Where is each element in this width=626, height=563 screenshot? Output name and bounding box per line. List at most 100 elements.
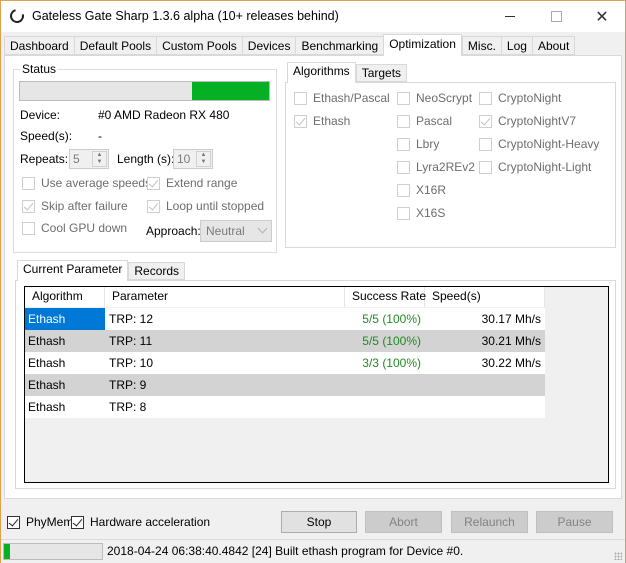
tab-log[interactable]: Log [500, 36, 532, 55]
algo-neoscrypt-checkbox[interactable]: NeoScrypt [397, 91, 472, 105]
extend-range-checkbox[interactable]: Extend range [147, 176, 237, 190]
repeats-updown-icon[interactable]: ▲ ▼ [92, 151, 107, 167]
algo-cryptonight-checkbox[interactable]: CryptoNight [479, 91, 561, 105]
algo-cryptonight-light-checkbox[interactable]: CryptoNight-Light [479, 160, 591, 174]
status-bar: 2018-04-24 06:38:40.4842 [24] Built etha… [1, 539, 625, 563]
close-button[interactable]: ✕ [579, 1, 625, 32]
algo-ethash-pascal-checkbox[interactable]: Ethash/Pascal [294, 91, 390, 105]
speeds-label: Speed(s): [20, 129, 73, 143]
algo-x16s-checkbox[interactable]: X16S [397, 206, 445, 220]
algo-label: CryptoNight-Light [498, 160, 592, 174]
algo-cryptonight-heavy-checkbox[interactable]: CryptoNight-Heavy [479, 137, 599, 151]
tab-custom-pools[interactable]: Custom Pools [156, 36, 242, 55]
checkbox-icon [479, 114, 492, 128]
minimize-button[interactable] [487, 1, 533, 32]
abort-button[interactable]: Abort [365, 511, 442, 533]
repeats-spinner[interactable]: 5 ▲ ▼ [69, 149, 109, 169]
algo-lbry-checkbox[interactable]: Lbry [397, 137, 439, 151]
approach-label: Approach: [146, 224, 201, 238]
title-bar: Gateless Gate Sharp 1.3.6 alpha (10+ rel… [1, 1, 625, 32]
tab-records[interactable]: Records [128, 262, 186, 280]
cool-gpu-down-checkbox[interactable]: Cool GPU down [22, 221, 127, 235]
algo-ethash-checkbox[interactable]: Ethash [294, 114, 350, 128]
parameter-table[interactable]: Algorithm Parameter Success Rate Speed(s… [24, 286, 609, 483]
table-row[interactable]: Ethash TRP: 11 5/5 (100%) 30.21 Mh/s [25, 330, 545, 352]
cool-gpu-down-label: Cool GPU down [41, 221, 128, 235]
tab-dashboard[interactable]: Dashboard [4, 36, 74, 55]
tab-about[interactable]: About [531, 36, 576, 55]
cell-success-rate: 5/5 (100%) [362, 312, 421, 326]
stop-button[interactable]: Stop [281, 511, 357, 533]
tab-misc[interactable]: Misc. [461, 36, 501, 55]
column-header-speed[interactable]: Speed(s) [425, 287, 545, 307]
checkbox-icon [71, 515, 84, 529]
status-group-title: Status [20, 62, 59, 76]
algo-label: CryptoNightV7 [498, 114, 577, 128]
cell-speed: 30.21 Mh/s [481, 334, 541, 348]
cell-parameter: TRP: 10 [109, 356, 154, 370]
tab-benchmarking[interactable]: Benchmarking [295, 36, 384, 55]
length-spinner[interactable]: 10 ▲ ▼ [173, 149, 213, 169]
table-row[interactable]: Ethash TRP: 9 [25, 374, 545, 396]
algo-label: X16S [416, 206, 446, 220]
approach-value: Neutral [206, 224, 245, 238]
algo-lyra2rev2-checkbox[interactable]: Lyra2REv2 [397, 160, 475, 174]
cell-algorithm: Ethash [28, 378, 66, 392]
algo-cryptonightv7-checkbox[interactable]: CryptoNightV7 [479, 114, 576, 128]
length-updown-icon[interactable]: ▲ ▼ [196, 151, 211, 167]
cell-algorithm: Ethash [28, 334, 66, 348]
checkbox-icon [397, 114, 410, 128]
phymem-label: PhyMem [26, 515, 74, 529]
phymem-checkbox[interactable]: PhyMem [7, 515, 73, 529]
table-row[interactable]: Ethash TRP: 10 3/3 (100%) 30.22 Mh/s [25, 352, 545, 374]
checkbox-icon [147, 199, 160, 213]
algo-label: X16R [416, 183, 447, 197]
algo-label: Pascal [416, 114, 453, 128]
table-row[interactable]: Ethash TRP: 12 5/5 (100%) 30.17 Mh/s [25, 308, 545, 330]
checkbox-icon [147, 176, 160, 190]
tab-default-pools[interactable]: Default Pools [73, 36, 157, 55]
algo-pascal-checkbox[interactable]: Pascal [397, 114, 452, 128]
skip-after-failure-checkbox[interactable]: Skip after failure [22, 199, 128, 213]
loop-until-stopped-checkbox[interactable]: Loop until stopped [147, 199, 264, 213]
maximize-button[interactable] [533, 1, 579, 32]
status-group: Status Device: #0 AMD Radeon RX 480 Spee… [13, 62, 277, 253]
pause-button[interactable]: Pause [536, 511, 613, 533]
tab-current-parameter[interactable]: Current Parameter [17, 260, 129, 281]
checkbox-icon [397, 183, 410, 197]
cell-algorithm: Ethash [25, 308, 105, 330]
device-value: #0 AMD Radeon RX 480 [98, 108, 230, 122]
use-average-speeds-checkbox[interactable]: Use average speeds [22, 176, 151, 190]
tab-optimization[interactable]: Optimization [383, 34, 462, 56]
parameter-tabs: Current Parameter Records [17, 260, 186, 281]
cell-parameter: TRP: 8 [109, 400, 147, 414]
algo-label: CryptoNight [498, 91, 562, 105]
app-logo-icon [7, 6, 27, 26]
column-header-parameter[interactable]: Parameter [105, 287, 345, 307]
tab-devices[interactable]: Devices [241, 36, 296, 55]
column-header-algorithm[interactable]: Algorithm [25, 287, 105, 307]
repeats-value: 5 [73, 152, 80, 166]
chevron-down-icon [257, 223, 268, 234]
cell-success-rate: 5/5 (100%) [362, 334, 421, 348]
checkbox-icon [7, 515, 20, 529]
approach-dropdown[interactable]: Neutral [200, 220, 272, 242]
cell-speed: 30.17 Mh/s [481, 312, 541, 326]
table-row[interactable]: Ethash TRP: 8 [25, 396, 545, 418]
cell-success-rate: 3/3 (100%) [362, 356, 421, 370]
tab-targets[interactable]: Targets [355, 64, 408, 82]
resize-grip-icon[interactable] [614, 552, 622, 560]
length-value: 10 [177, 152, 191, 166]
checkbox-icon [397, 206, 410, 220]
cell-algorithm: Ethash [28, 356, 66, 370]
relaunch-button[interactable]: Relaunch [451, 511, 528, 533]
checkbox-icon [22, 176, 35, 190]
column-header-success-rate[interactable]: Success Rate [345, 287, 426, 307]
algo-x16r-checkbox[interactable]: X16R [397, 183, 446, 197]
tab-algorithms[interactable]: Algorithms [287, 62, 356, 83]
algo-label: Ethash [313, 114, 351, 128]
checkbox-icon [294, 114, 307, 128]
cell-parameter: TRP: 11 [109, 334, 153, 348]
status-progress-fill [191, 82, 269, 100]
hardware-acceleration-checkbox[interactable]: Hardware acceleration [71, 515, 210, 529]
